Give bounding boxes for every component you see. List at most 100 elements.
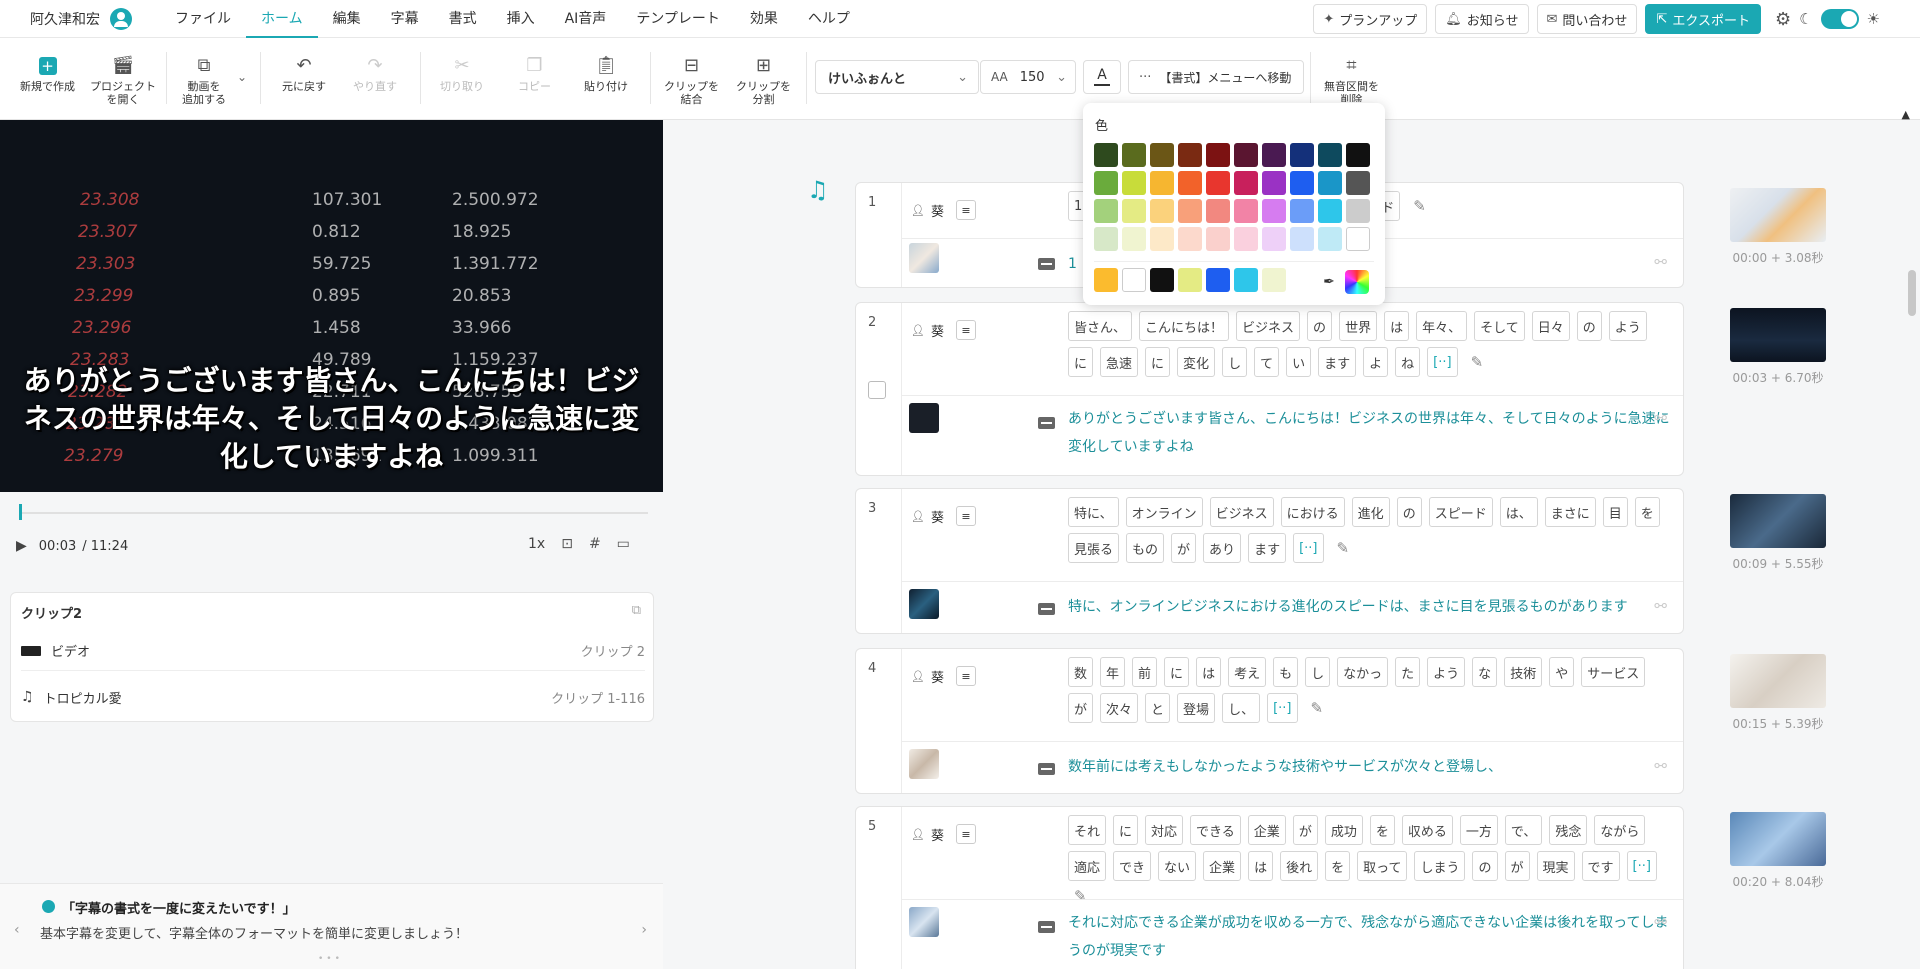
- word-chip[interactable]: 数: [1068, 657, 1094, 687]
- word-chip[interactable]: 年: [1100, 657, 1126, 687]
- plan-up-button[interactable]: ✦ プランアップ: [1313, 4, 1428, 34]
- color-swatch[interactable]: [1234, 199, 1258, 223]
- menu-subtitle[interactable]: 字幕: [376, 0, 434, 38]
- menu-template[interactable]: テンプレート: [621, 0, 735, 38]
- word-chip[interactable]: は、: [1499, 497, 1538, 527]
- word-chip[interactable]: そして: [1474, 311, 1525, 341]
- color-swatch[interactable]: [1346, 143, 1370, 167]
- word-chip[interactable]: は: [1248, 851, 1274, 881]
- color-swatch[interactable]: [1290, 199, 1314, 223]
- subtitle-text[interactable]: 数年前には考えもしなかったような技術やサービスが次々と登場し、: [1068, 753, 1678, 781]
- clip-thumbnail[interactable]: [909, 243, 939, 273]
- word-chip[interactable]: なかっ: [1337, 657, 1389, 687]
- seek-bar[interactable]: [20, 512, 648, 514]
- word-chip[interactable]: 見張る: [1068, 533, 1120, 563]
- word-chip[interactable]: や: [1549, 657, 1575, 687]
- color-swatch[interactable]: [1346, 171, 1370, 195]
- color-swatch[interactable]: [1150, 171, 1174, 195]
- snapshot-icon[interactable]: ⊡: [561, 536, 573, 552]
- word-chip[interactable]: 後れ: [1280, 851, 1319, 881]
- open-project-button[interactable]: 🎬︎ プロジェクト を開く: [90, 55, 156, 106]
- menu-edit[interactable]: 編集: [318, 0, 376, 38]
- color-swatch[interactable]: [1122, 199, 1146, 223]
- speaker-selector[interactable]: 👤︎ 葵 ≡: [911, 320, 976, 340]
- word-chip[interactable]: 日々: [1531, 311, 1570, 341]
- merge-clip-button[interactable]: ⊟ クリップを 結合: [664, 55, 719, 106]
- color-swatch[interactable]: [1262, 143, 1286, 167]
- word-chip[interactable]: 年々、: [1416, 311, 1468, 341]
- menu-ai-voice[interactable]: AI音声: [550, 0, 622, 38]
- transcript-row[interactable]: 2 👤︎ 葵 ≡ 皆さん、 こんにちは！ ビジネスの世界は年々、 そして 日々のように急…: [855, 302, 1684, 476]
- recent-color-swatch[interactable]: [1178, 268, 1202, 292]
- color-swatch[interactable]: [1234, 227, 1258, 251]
- recent-color-swatch[interactable]: [1262, 268, 1286, 292]
- redo-button[interactable]: ↷ やり直す: [353, 55, 397, 94]
- contact-button[interactable]: ✉ 問い合わせ: [1536, 4, 1638, 34]
- clip-row-music[interactable]: ♫ トロピカル愛 クリップ 1-116: [21, 677, 645, 717]
- word-chip[interactable]: は: [1384, 311, 1410, 341]
- word-chip[interactable]: は: [1196, 657, 1222, 687]
- pencil-icon[interactable]: ✎: [1305, 693, 1330, 723]
- paste-button[interactable]: 📋︎ 貼り付け: [584, 55, 628, 94]
- menu-insert[interactable]: 挿入: [492, 0, 550, 38]
- export-button[interactable]: ⇱ エクスポート: [1645, 4, 1761, 34]
- word-chip[interactable]: できる: [1190, 815, 1241, 845]
- color-swatch[interactable]: [1206, 227, 1230, 251]
- word-chip[interactable]: における: [1280, 497, 1345, 527]
- color-swatch[interactable]: [1094, 171, 1118, 195]
- split-clip-button[interactable]: ⊞ クリップを 分割: [736, 55, 791, 106]
- speaker-selector[interactable]: 👤︎ 葵 ≡: [911, 506, 976, 526]
- word-chip[interactable]: あり: [1203, 533, 1242, 563]
- link-icon[interactable]: ⚯: [1654, 757, 1667, 775]
- color-swatch[interactable]: [1262, 171, 1286, 195]
- word-chip[interactable]: 収める: [1401, 815, 1453, 845]
- add-video-button[interactable]: ⧉ 動画を 追加する: [182, 55, 226, 106]
- word-chip[interactable]: の: [1576, 311, 1602, 341]
- word-chip[interactable]: ね: [1395, 347, 1421, 377]
- color-swatch[interactable]: [1094, 227, 1118, 251]
- clip-thumbnail[interactable]: [909, 589, 939, 619]
- menu-effect[interactable]: 効果: [735, 0, 793, 38]
- cut-button[interactable]: ✂ 切り取り: [440, 55, 484, 94]
- color-swatch[interactable]: [1318, 143, 1342, 167]
- color-swatch[interactable]: [1318, 199, 1342, 223]
- word-chip[interactable]: と: [1145, 693, 1171, 723]
- link-icon[interactable]: ⚯: [1654, 913, 1667, 931]
- menu-home[interactable]: ホーム: [246, 0, 318, 38]
- word-chip[interactable]: こんにちは！: [1139, 311, 1230, 341]
- word-chip[interactable]: よ: [1363, 347, 1389, 377]
- speaker-selector[interactable]: 👤︎ 葵 ≡: [911, 666, 976, 686]
- word-chip[interactable]: もの: [1126, 533, 1165, 563]
- subtitle-text[interactable]: ありがとうございます皆さん、こんにちは！ビジネスの世界は年々、そして日々のように…: [1068, 405, 1678, 461]
- word-chip[interactable]: の: [1396, 497, 1422, 527]
- color-wheel-icon[interactable]: [1345, 270, 1369, 294]
- word-chip[interactable]: な: [1472, 657, 1498, 687]
- word-chip[interactable]: て: [1254, 347, 1280, 377]
- word-chip[interactable]: ます: [1318, 347, 1357, 377]
- word-chip[interactable]: を: [1369, 815, 1395, 845]
- color-swatch[interactable]: [1122, 171, 1146, 195]
- word-chip[interactable]: 皆さん、: [1068, 311, 1133, 341]
- word-chip[interactable]: 次々: [1100, 693, 1139, 723]
- pencil-icon[interactable]: ✎: [1465, 347, 1490, 377]
- row-checkbox[interactable]: [868, 381, 886, 399]
- speed-button[interactable]: 1x: [528, 536, 545, 552]
- clip-row-video[interactable]: ビデオ クリップ 2: [21, 631, 645, 671]
- word-chip[interactable]: の: [1472, 851, 1498, 881]
- color-swatch[interactable]: [1290, 171, 1314, 195]
- word-chip[interactable]: よう: [1608, 311, 1647, 341]
- word-chip[interactable]: 企業: [1203, 851, 1242, 881]
- word-chip[interactable]: 取って: [1357, 851, 1408, 881]
- avatar-icon[interactable]: [110, 7, 132, 30]
- scene-thumbnail[interactable]: [1730, 494, 1826, 548]
- color-swatch[interactable]: [1290, 227, 1314, 251]
- word-chip[interactable]: ながら: [1594, 815, 1646, 845]
- grid-icon[interactable]: #: [589, 536, 601, 552]
- chevron-left-icon[interactable]: ‹: [14, 922, 20, 938]
- word-chip[interactable]: に: [1145, 347, 1171, 377]
- color-swatch[interactable]: [1206, 199, 1230, 223]
- pencil-icon[interactable]: ✎: [1407, 191, 1432, 221]
- word-chip[interactable]: し: [1305, 657, 1331, 687]
- menu-help[interactable]: ヘルプ: [793, 0, 865, 38]
- word-chip[interactable]: に: [1113, 815, 1139, 845]
